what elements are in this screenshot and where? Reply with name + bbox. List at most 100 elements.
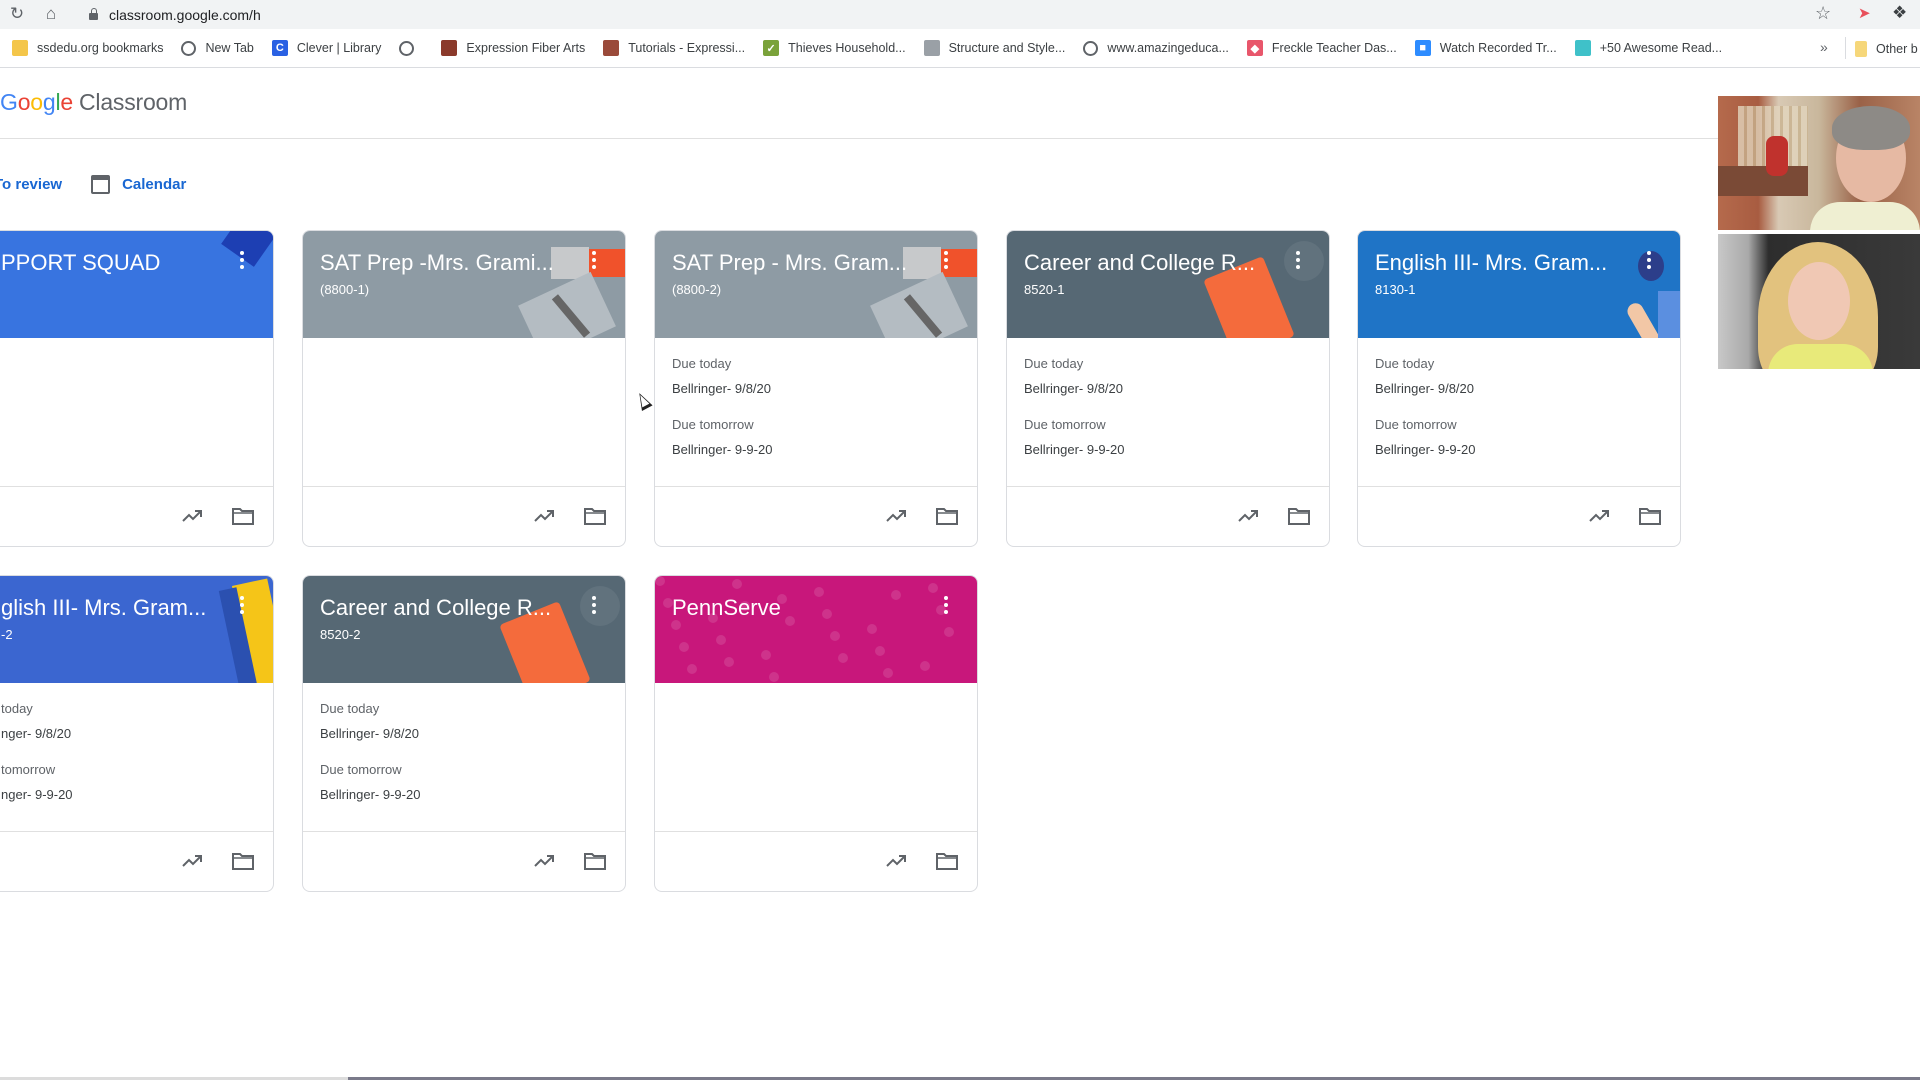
bookmark-item[interactable]: Tutorials - Expressi...	[603, 40, 745, 56]
bookmark-item[interactable]: www.amazingeduca...	[1083, 40, 1229, 56]
card-header-banner[interactable]: glish III- Mrs. Gram... -2	[0, 576, 273, 683]
due-assignment[interactable]: Due tomorrow Bellringer- 9-9-20	[1024, 417, 1124, 457]
bookmark-item[interactable]: ◆ Freckle Teacher Das...	[1246, 40, 1397, 56]
google-classroom-logo[interactable]: Google Classroom	[0, 89, 187, 116]
more-options-icon[interactable]	[1293, 249, 1303, 271]
class-drive-folder-icon[interactable]	[231, 506, 255, 526]
bookmark-item[interactable]: +50 Awesome Read...	[1574, 40, 1723, 56]
due-assignment[interactable]: Due today Bellringer- 9/8/20	[1024, 356, 1123, 396]
calendar-link[interactable]: Calendar	[122, 176, 186, 193]
class-card[interactable]: Career and College R... 8520-2 Due today Be…	[302, 575, 626, 892]
class-drive-folder-icon[interactable]	[935, 851, 959, 871]
more-options-icon[interactable]	[589, 249, 599, 271]
class-drive-folder-icon[interactable]	[583, 506, 607, 526]
bookmark-item[interactable]: New Tab	[181, 40, 254, 56]
card-class-title[interactable]: English III- Mrs. Gram...	[1375, 250, 1607, 276]
class-drive-folder-icon[interactable]	[1287, 506, 1311, 526]
gradebook-trending-icon[interactable]	[181, 506, 205, 526]
card-section-label: 8520-2	[320, 627, 361, 642]
gradebook-trending-icon[interactable]	[533, 506, 557, 526]
home-icon[interactable]: ⌂	[40, 3, 62, 25]
class-card[interactable]: PPORT SQUAD	[0, 230, 274, 547]
address-bar[interactable]: classroom.google.com/h	[80, 2, 1815, 27]
due-assignment[interactable]: Due tomorrow Bellringer- 9-9-20	[320, 762, 420, 802]
folder-icon	[12, 40, 28, 56]
card-class-title[interactable]: Career and College R...	[1024, 250, 1255, 276]
class-drive-folder-icon[interactable]	[583, 851, 607, 871]
class-drive-folder-icon[interactable]	[1638, 506, 1662, 526]
class-card[interactable]: English III- Mrs. Gram... 8130-1 Due today…	[1357, 230, 1681, 547]
more-options-icon[interactable]	[941, 594, 951, 616]
card-header-banner[interactable]: SAT Prep -Mrs. Grami... (8800-1)	[303, 231, 625, 338]
bookmark-item[interactable]: C Clever | Library	[271, 40, 381, 56]
assignment-link[interactable]: Bellringer- 9-9-20	[1375, 442, 1475, 457]
class-card[interactable]: glish III- Mrs. Gram... -2 today nger- 9/8/…	[0, 575, 274, 892]
due-assignment[interactable]: Due tomorrow Bellringer- 9-9-20	[672, 417, 772, 457]
class-drive-folder-icon[interactable]	[231, 851, 255, 871]
card-header-banner[interactable]: SAT Prep - Mrs. Gram... (8800-2)	[655, 231, 977, 338]
assignment-link[interactable]: Bellringer- 9/8/20	[320, 726, 419, 741]
card-header-banner[interactable]: PennServe	[655, 576, 977, 683]
more-options-icon[interactable]	[237, 594, 247, 616]
more-bookmarks-button[interactable]: »	[1820, 39, 1828, 55]
bookmark-item[interactable]: ■ Watch Recorded Tr...	[1414, 40, 1557, 56]
due-assignment[interactable]: Due today Bellringer- 9/8/20	[672, 356, 771, 396]
assignment-link[interactable]: Bellringer- 9-9-20	[320, 787, 420, 802]
to-review-link[interactable]: To review	[0, 176, 62, 193]
more-options-icon[interactable]	[941, 249, 951, 271]
assignment-link[interactable]: nger- 9/8/20	[1, 726, 71, 741]
card-class-title[interactable]: SAT Prep -Mrs. Grami...	[320, 250, 554, 276]
globe-icon	[399, 40, 415, 56]
card-class-title[interactable]: SAT Prep - Mrs. Gram...	[672, 250, 907, 276]
card-header-banner[interactable]: Career and College R... 8520-2	[303, 576, 625, 683]
gradebook-trending-icon[interactable]	[1588, 506, 1612, 526]
gradebook-trending-icon[interactable]	[181, 851, 205, 871]
assignment-link[interactable]: Bellringer- 9/8/20	[1024, 381, 1123, 396]
due-assignment[interactable]: Due today Bellringer- 9/8/20	[1375, 356, 1474, 396]
gradebook-trending-icon[interactable]	[885, 506, 909, 526]
url-text[interactable]: classroom.google.com/h	[109, 7, 261, 23]
folder-icon	[1855, 40, 1867, 57]
class-card[interactable]: SAT Prep - Mrs. Gram... (8800-2) Due today…	[654, 230, 978, 547]
bookmark-item[interactable]	[399, 40, 423, 56]
class-card[interactable]: SAT Prep -Mrs. Grami... (8800-1)	[302, 230, 626, 547]
card-header-banner[interactable]: English III- Mrs. Gram... 8130-1	[1358, 231, 1680, 338]
bookmark-label: +50 Awesome Read...	[1599, 41, 1723, 55]
gradebook-trending-icon[interactable]	[533, 851, 557, 871]
assignment-link[interactable]: Bellringer- 9-9-20	[1024, 442, 1124, 457]
assignment-link[interactable]: Bellringer- 9/8/20	[672, 381, 771, 396]
card-header-banner[interactable]: PPORT SQUAD	[0, 231, 273, 338]
screencast-extension-icon[interactable]: ➤	[1858, 4, 1871, 22]
card-header-banner[interactable]: Career and College R... 8520-1	[1007, 231, 1329, 338]
assignment-link[interactable]: Bellringer- 9-9-20	[672, 442, 772, 457]
clever-icon: C	[271, 40, 288, 56]
more-options-icon[interactable]	[589, 594, 599, 616]
card-footer	[1007, 486, 1329, 546]
class-drive-folder-icon[interactable]	[935, 506, 959, 526]
bookmark-item[interactable]: ✓ Thieves Household...	[763, 40, 906, 56]
due-assignment[interactable]: today nger- 9/8/20	[1, 701, 71, 741]
more-options-icon[interactable]	[1644, 249, 1654, 271]
gradebook-trending-icon[interactable]	[1237, 506, 1261, 526]
globe-icon	[1083, 40, 1099, 56]
due-assignment[interactable]: Due today Bellringer- 9/8/20	[320, 701, 419, 741]
card-class-title[interactable]: Career and College R...	[320, 595, 551, 621]
class-card[interactable]: Career and College R... 8520-1 Due today Be…	[1006, 230, 1330, 547]
bookmark-item[interactable]: ssdedu.org bookmarks	[12, 40, 163, 56]
reload-icon[interactable]: ↻	[6, 3, 28, 25]
bookmark-star-icon[interactable]: ☆	[1815, 3, 1831, 24]
gradebook-trending-icon[interactable]	[885, 851, 909, 871]
card-class-title[interactable]: PennServe	[672, 595, 781, 621]
more-options-icon[interactable]	[237, 249, 247, 271]
other-bookmarks[interactable]: Other b	[1855, 29, 1918, 68]
due-assignment[interactable]: Due tomorrow Bellringer- 9-9-20	[1375, 417, 1475, 457]
assignment-link[interactable]: Bellringer- 9/8/20	[1375, 381, 1474, 396]
bookmark-item[interactable]: Structure and Style...	[923, 40, 1065, 56]
card-class-title[interactable]: glish III- Mrs. Gram...	[1, 595, 206, 621]
due-assignment[interactable]: tomorrow nger- 9-9-20	[1, 762, 73, 802]
assignment-link[interactable]: nger- 9-9-20	[1, 787, 73, 802]
extensions-puzzle-icon[interactable]: ❖	[1892, 3, 1907, 23]
card-class-title[interactable]: PPORT SQUAD	[1, 250, 160, 276]
class-card[interactable]: PennServe	[654, 575, 978, 892]
bookmark-item[interactable]: Expression Fiber Arts	[441, 40, 585, 56]
